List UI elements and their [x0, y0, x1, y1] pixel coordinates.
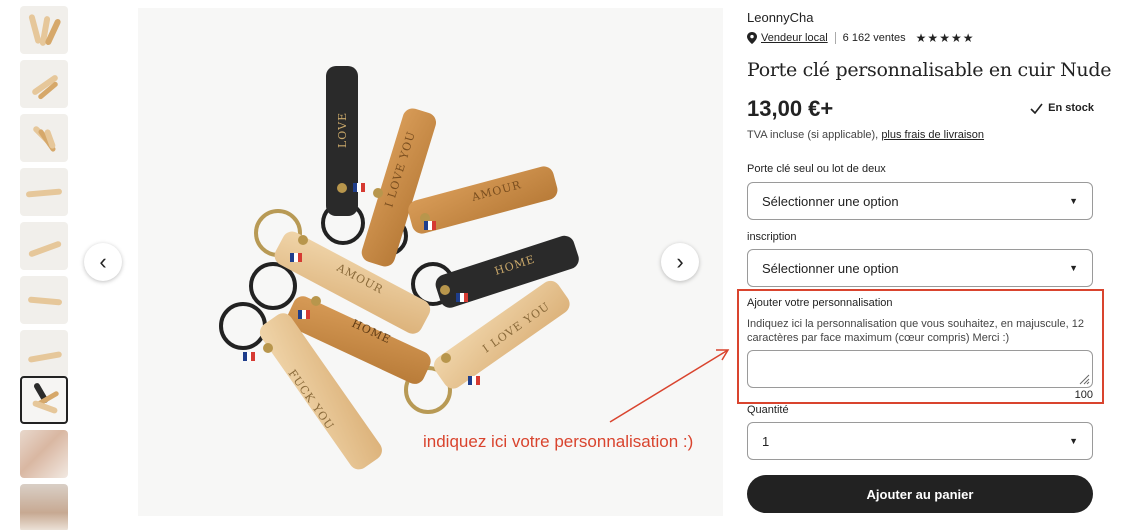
- variant-select[interactable]: Sélectionner une option ▼: [747, 182, 1093, 220]
- sales-count: 6 162 ventes: [842, 32, 906, 44]
- next-image-button[interactable]: ›: [661, 243, 699, 281]
- highlight-box: [737, 289, 1104, 404]
- caret-down-icon: ▼: [1069, 263, 1078, 273]
- stock-status: En stock: [1030, 102, 1094, 114]
- product-price: 13,00 €+: [747, 96, 834, 121]
- thumbnail[interactable]: [20, 114, 68, 162]
- thumbnail[interactable]: [20, 6, 68, 54]
- check-icon: [1030, 103, 1043, 114]
- flag-tab: [298, 310, 310, 319]
- add-to-cart-button[interactable]: Ajouter au panier: [747, 475, 1093, 513]
- flag-tab: [353, 183, 365, 192]
- keychain-text: LOVE: [336, 112, 349, 148]
- tax-info: TVA incluse (si applicable), plus frais …: [747, 129, 984, 141]
- thumbnail[interactable]: [20, 276, 68, 324]
- thumbnail[interactable]: [20, 168, 68, 216]
- quantity-select[interactable]: 1 ▼: [747, 422, 1093, 460]
- caret-down-icon: ▼: [1069, 196, 1078, 206]
- inscription-select-value: Sélectionner une option: [762, 260, 899, 276]
- star-rating[interactable]: ★★★★★: [916, 31, 975, 45]
- quantity-select-value: 1: [762, 433, 770, 449]
- location-pin-icon: [747, 32, 757, 44]
- thumbnail[interactable]: [20, 222, 68, 270]
- flag-tab: [456, 293, 468, 302]
- thumbnail[interactable]: [20, 60, 68, 108]
- chevron-left-icon: ‹: [99, 249, 107, 274]
- variant-select-value: Sélectionner une option: [762, 193, 899, 209]
- flag-tab: [468, 376, 480, 385]
- caret-down-icon: ▼: [1069, 436, 1078, 446]
- thumbnail[interactable]: [20, 430, 68, 478]
- flag-tab: [424, 221, 436, 230]
- thumbnail-active[interactable]: [20, 376, 68, 424]
- flag-tab: [290, 253, 302, 262]
- annotation-text: indiquez ici votre personnalisation :): [423, 432, 694, 451]
- quantity-label: Quantité: [747, 404, 789, 416]
- thumbnail[interactable]: [20, 330, 68, 378]
- flag-tab: [243, 352, 255, 361]
- inscription-label: inscription: [747, 231, 797, 243]
- chevron-right-icon: ›: [676, 249, 684, 274]
- thumbnail[interactable]: [20, 484, 68, 530]
- previous-image-button[interactable]: ‹: [84, 243, 122, 281]
- local-seller-link[interactable]: Vendeur local: [761, 32, 828, 44]
- seller-info: Vendeur local 6 162 ventes ★★★★★: [747, 31, 974, 45]
- shipping-fees-link[interactable]: plus frais de livraison: [881, 129, 984, 141]
- inscription-select[interactable]: Sélectionner une option ▼: [747, 249, 1093, 287]
- variant-label: Porte clé seul ou lot de deux: [747, 163, 886, 175]
- tax-text: TVA incluse (si applicable),: [747, 129, 879, 141]
- shop-name[interactable]: LeonnyCha: [747, 10, 814, 25]
- divider: [834, 32, 836, 44]
- product-title: Porte clé personnalisable en cuir Nude: [747, 59, 1112, 81]
- stock-label: En stock: [1048, 102, 1094, 114]
- annotation-arrow: [609, 349, 730, 423]
